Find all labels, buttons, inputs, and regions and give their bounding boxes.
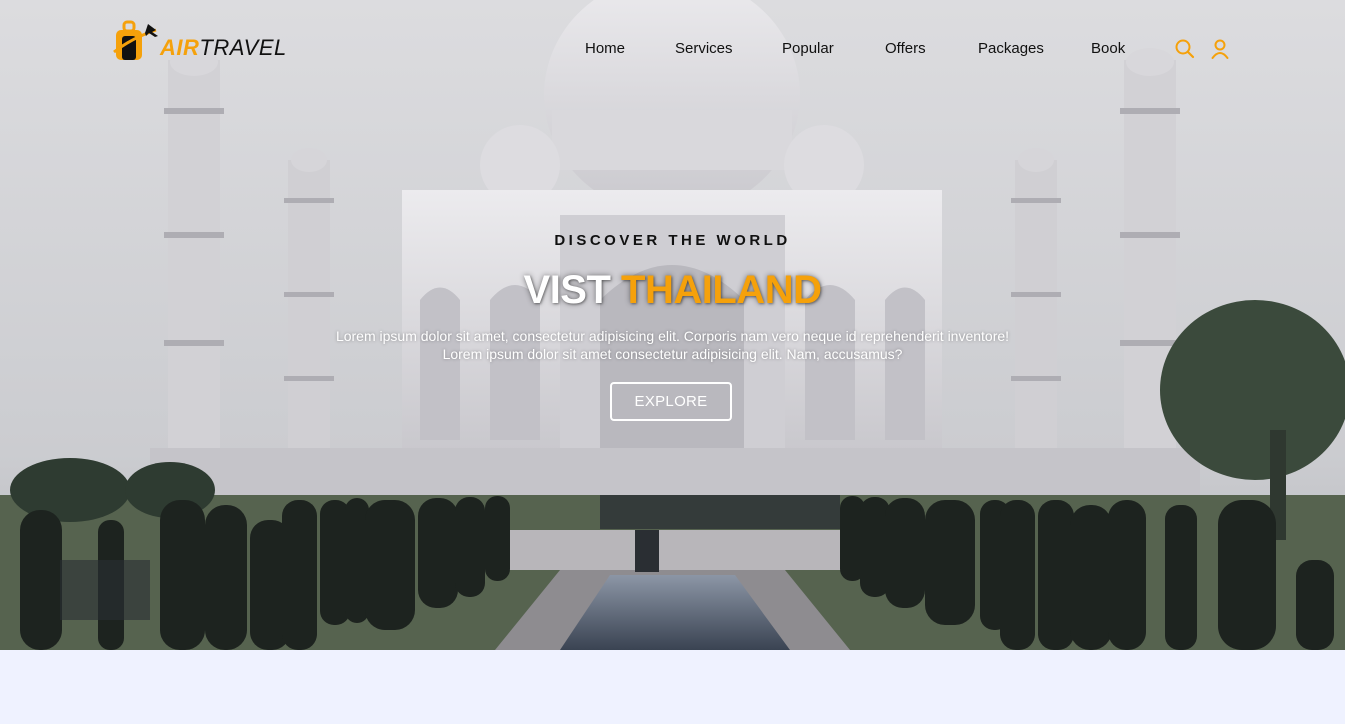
hero-headline: VIST THAILAND — [0, 268, 1345, 313]
nav-link-offers[interactable]: Offers — [885, 40, 926, 57]
nav-link-services[interactable]: Services — [675, 40, 733, 57]
hero-headline-word2: THAILAND — [621, 268, 822, 312]
hero-section: AIRTRAVEL Home Services Popular Offers P… — [0, 0, 1345, 650]
hero-description-line1: Lorem ipsum dolor sit amet, consectetur … — [335, 328, 1010, 344]
search-icon[interactable] — [1174, 38, 1196, 60]
explore-button[interactable]: EXPLORE — [610, 382, 732, 421]
user-icon[interactable] — [1209, 38, 1231, 60]
hero-subtitle: DISCOVER THE WORLD — [554, 232, 791, 249]
navbar: AIRTRAVEL Home Services Popular Offers P… — [0, 0, 1345, 100]
nav-link-packages[interactable]: Packages — [978, 40, 1044, 57]
nav-link-home[interactable]: Home — [585, 40, 625, 57]
nav-links: Home Services Popular Offers Packages Bo… — [0, 40, 1345, 62]
page-below-hero — [0, 650, 1345, 724]
hero-description-line2: Lorem ipsum dolor sit amet consectetur a… — [442, 346, 903, 362]
nav-link-popular[interactable]: Popular — [782, 40, 834, 57]
hero-description: Lorem ipsum dolor sit amet, consectetur … — [0, 327, 1345, 363]
nav-link-book[interactable]: Book — [1091, 40, 1125, 57]
hero-headline-word1: VIST — [523, 268, 611, 312]
